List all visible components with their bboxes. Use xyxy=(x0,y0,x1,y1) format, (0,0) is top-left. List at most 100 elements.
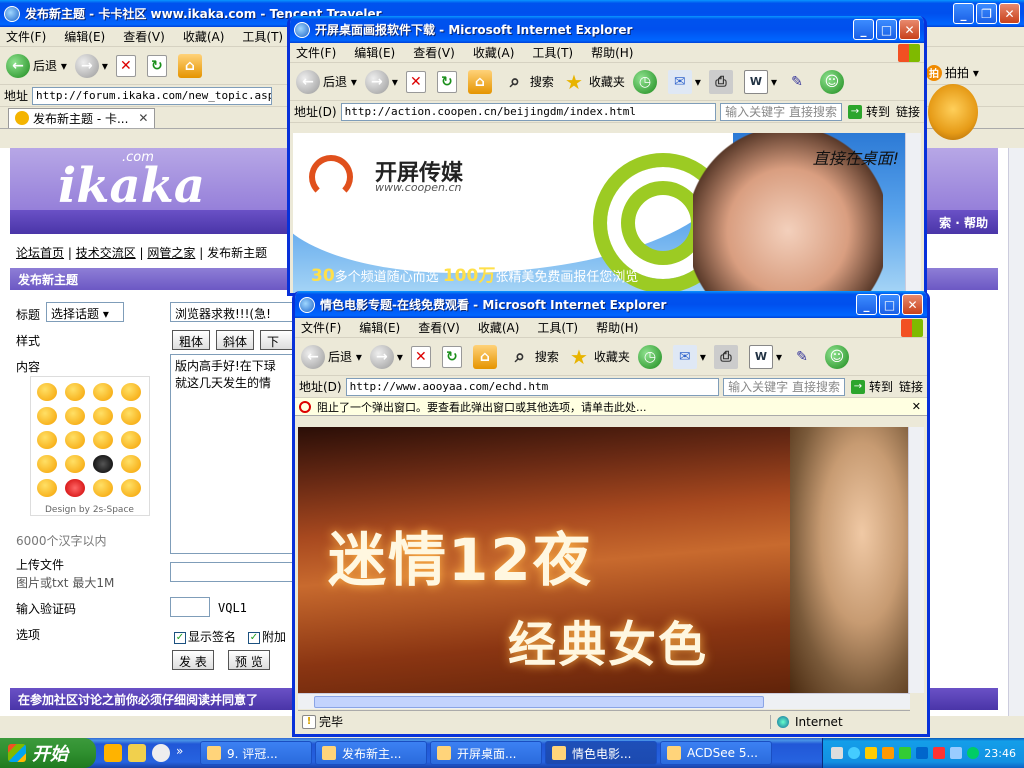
print-button[interactable]: ⎙ xyxy=(708,69,736,94)
tray-app-icon[interactable] xyxy=(882,747,895,759)
topic-select[interactable]: 选择话题 ▾ xyxy=(46,302,124,322)
popup2-search-input[interactable]: 输入关键字 直接搜索 xyxy=(723,377,845,396)
minimize-button[interactable]: _ xyxy=(856,294,877,315)
maximize-button[interactable]: ❐ xyxy=(976,3,997,24)
task-item[interactable]: 发布新主... xyxy=(315,741,427,765)
quicklaunch-app-icon[interactable] xyxy=(128,744,146,762)
checkbox-checked-icon[interactable]: ✓ xyxy=(174,631,186,644)
menu-view[interactable]: 查看(V) xyxy=(418,319,460,336)
movie-ad-banner[interactable]: 迷情12夜 经典女色 xyxy=(298,427,910,693)
tray-app-icon[interactable] xyxy=(865,747,878,759)
tray-network-icon[interactable] xyxy=(916,747,929,759)
menu-edit[interactable]: 编辑(E) xyxy=(354,44,395,61)
back-button[interactable]: ← 后退 ▾ xyxy=(296,69,357,94)
menu-edit[interactable]: 编辑(E) xyxy=(64,28,105,45)
stop-button[interactable]: ✕ xyxy=(115,54,139,77)
maximize-button[interactable]: □ xyxy=(879,294,900,315)
menu-edit[interactable]: 编辑(E) xyxy=(359,319,400,336)
emoticon-icon[interactable] xyxy=(121,455,141,473)
emoticon-icon[interactable] xyxy=(93,431,113,449)
crumb-tech[interactable]: 技术交流区 xyxy=(76,246,136,260)
emoticon-icon[interactable] xyxy=(121,383,141,401)
menu-help[interactable]: 帮助(H) xyxy=(591,44,633,61)
menu-file[interactable]: 文件(F) xyxy=(301,319,341,336)
emoticon-icon[interactable] xyxy=(37,431,57,449)
tray-app-icon[interactable] xyxy=(933,747,946,759)
forward-button[interactable]: → ▾ xyxy=(364,69,398,94)
menu-favorites[interactable]: 收藏(A) xyxy=(478,319,520,336)
stop-button[interactable]: ✕ xyxy=(410,345,434,368)
menu-file[interactable]: 文件(F) xyxy=(6,28,46,45)
crumb-netadmin[interactable]: 网管之家 xyxy=(147,246,195,260)
emoticon-icon[interactable] xyxy=(65,431,85,449)
popup1-vertical-scrollbar[interactable] xyxy=(905,133,921,293)
quicklaunch-media-icon[interactable] xyxy=(152,744,170,762)
edit-button[interactable]: W ▾ xyxy=(748,344,782,369)
submit-button[interactable]: 发 表 xyxy=(172,650,214,670)
emoticon-icon[interactable] xyxy=(121,407,141,425)
keyboard-icon[interactable] xyxy=(831,747,844,759)
task-item[interactable]: 9. 评冠... xyxy=(200,741,312,765)
emoticon-icon[interactable] xyxy=(121,479,141,497)
upload-field[interactable] xyxy=(170,562,294,582)
favorites-button[interactable]: ★ 收藏夹 xyxy=(562,70,625,94)
popup2-address-input[interactable]: http://www.aooyaa.com/echd.htm xyxy=(345,377,720,396)
menu-tools[interactable]: 工具(T) xyxy=(537,319,578,336)
emoticon-icon[interactable] xyxy=(65,479,85,497)
search-button[interactable]: ⌕ 搜索 xyxy=(503,70,554,94)
menu-favorites[interactable]: 收藏(A) xyxy=(183,28,225,45)
tab-close-icon[interactable]: ✕ xyxy=(138,111,148,125)
clock[interactable]: 23:46 xyxy=(984,747,1016,760)
home-button[interactable]: ⌂ xyxy=(472,344,500,369)
emoticon-icon[interactable] xyxy=(37,383,57,401)
preview-button[interactable]: 预 览 xyxy=(228,650,270,670)
mail-button[interactable]: ✉ ▾ xyxy=(667,69,701,94)
emoticon-icon[interactable] xyxy=(93,455,113,473)
mail-button[interactable]: ✉ ▾ xyxy=(672,344,706,369)
popup2-horizontal-scrollbar[interactable] xyxy=(298,693,910,709)
edit-button[interactable]: W ▾ xyxy=(743,69,777,94)
discuss-button[interactable]: ✎ xyxy=(790,345,817,369)
emoticon-icon[interactable] xyxy=(65,407,85,425)
messenger-button[interactable]: ☺ xyxy=(824,344,852,369)
tab-new-topic[interactable]: 发布新主题 - 卡... ✕ xyxy=(8,107,156,128)
tray-app-icon[interactable] xyxy=(899,747,912,759)
task-item[interactable]: ACDSee 5... xyxy=(660,741,772,765)
forward-button[interactable]: → ▾ xyxy=(369,344,403,369)
search-button[interactable]: ⌕ 搜索 xyxy=(508,345,559,369)
task-item[interactable]: 开屏桌面... xyxy=(430,741,542,765)
maximize-button[interactable]: □ xyxy=(876,19,897,40)
links-label[interactable]: 链接 xyxy=(899,378,923,395)
task-item-active[interactable]: 情色电影... xyxy=(545,741,657,765)
history-button[interactable]: ◷ xyxy=(637,344,665,369)
back-button[interactable]: ← 后退 ▾ xyxy=(6,53,67,78)
history-button[interactable]: ◷ xyxy=(632,69,660,94)
messenger-button[interactable]: ☺ xyxy=(819,69,847,94)
tray-back-icon[interactable] xyxy=(848,747,861,759)
emoticon-icon[interactable] xyxy=(65,455,85,473)
emoticon-icon[interactable] xyxy=(37,455,57,473)
close-button[interactable]: ✕ xyxy=(999,3,1020,24)
emoticon-icon[interactable] xyxy=(37,479,57,497)
coopen-ad-banner[interactable]: 开屏传媒 www.coopen.cn 直接在桌面! 30多个频道随心而选 100… xyxy=(293,133,905,293)
emoticon-icon[interactable] xyxy=(93,407,113,425)
popup1-address-input[interactable]: http://action.coopen.cn/beijingdm/index.… xyxy=(340,102,717,121)
popup1-titlebar[interactable]: 开屏桌面画报软件下载 - Microsoft Internet Explorer… xyxy=(290,16,924,43)
quicklaunch-browser-icon[interactable] xyxy=(104,744,122,762)
forum-address-input[interactable]: http://forum.ikaka.com/new_topic.asp?b xyxy=(32,86,273,105)
refresh-button[interactable]: ↻ xyxy=(146,54,170,77)
menu-tools[interactable]: 工具(T) xyxy=(532,44,573,61)
menu-view[interactable]: 查看(V) xyxy=(123,28,165,45)
popup1-search-input[interactable]: 输入关键字 直接搜索 xyxy=(720,102,842,121)
scroll-thumb[interactable] xyxy=(314,696,764,708)
popup-blocker-infobar[interactable]: 阻止了一个弹出窗口。要查看此弹出窗口或其他选项，请单击此处... ✕ xyxy=(295,398,927,416)
emoticon-icon[interactable] xyxy=(121,431,141,449)
home-button[interactable]: ⌂ xyxy=(177,53,205,78)
emoticon-icon[interactable] xyxy=(37,407,57,425)
menu-help[interactable]: 帮助(H) xyxy=(596,319,638,336)
quicklaunch-more-icon[interactable]: » xyxy=(176,744,186,762)
bold-button[interactable]: 粗体 xyxy=(172,330,211,350)
checkbox-checked-icon[interactable]: ✓ xyxy=(248,631,260,644)
signature-option[interactable]: ✓ 显示签名 xyxy=(174,628,236,645)
menu-tools[interactable]: 工具(T) xyxy=(242,28,283,45)
